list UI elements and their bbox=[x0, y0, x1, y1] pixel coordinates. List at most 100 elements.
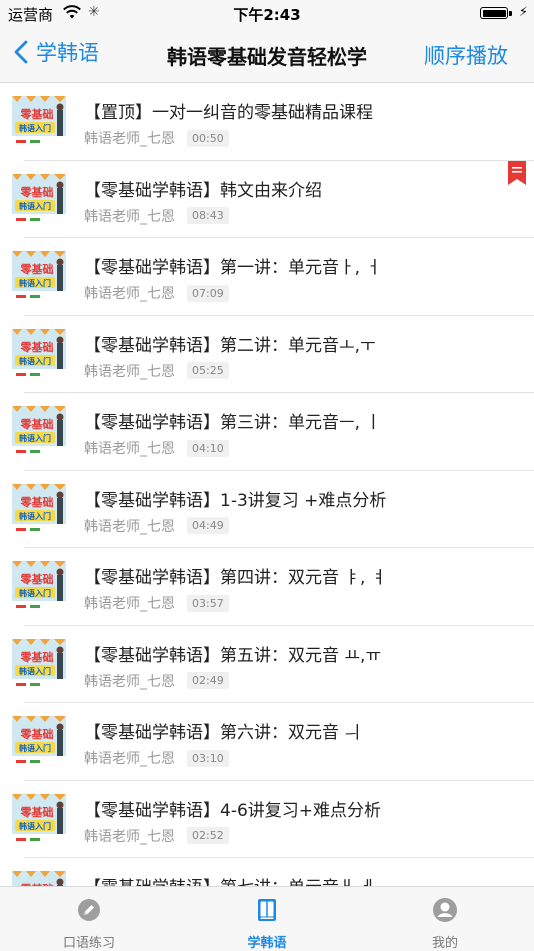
lesson-author: 韩语老师_七恩 bbox=[84, 596, 175, 612]
lesson-meta: 韩语老师_七恩 07:09 bbox=[84, 283, 229, 303]
chevron-left-icon bbox=[14, 40, 28, 64]
lesson-duration: 05:25 bbox=[187, 362, 229, 379]
thumbnail-line2: 韩语入门 bbox=[19, 356, 51, 366]
lesson-row[interactable]: 零基础 韩语入门 【零基础学韩语】第六讲：双元音 ㅢ韩语老师_七恩 03:10 bbox=[0, 703, 534, 781]
lesson-thumbnail: 零基础韩语入门 bbox=[12, 96, 66, 148]
tab-learn-korean[interactable]: 学韩语 bbox=[178, 887, 356, 951]
lesson-row[interactable]: 零基础 韩语入门 【零基础学韩语】第四讲：双元音 ㅑ, ㅕ韩语老师_七恩 03:57 bbox=[0, 548, 534, 626]
thumbnail-line2: 韩语入门 bbox=[19, 278, 51, 288]
thumbnail-line1: 零基础 bbox=[20, 495, 54, 509]
lesson-duration: 04:49 bbox=[187, 517, 229, 534]
lesson-title: 【零基础学韩语】第三讲：单元音ㅡ, ㅣ bbox=[84, 413, 382, 433]
lesson-meta: 韩语老师_七恩 08:43 bbox=[84, 206, 229, 226]
lesson-title: 【零基础学韩语】1-3讲复习 +难点分析 bbox=[84, 490, 387, 511]
lesson-thumbnail: 零基础韩语入门 bbox=[12, 561, 66, 613]
lesson-row[interactable]: 零基础韩语入门 【零基础学韩语】4-6讲复习+难点分析韩语老师_七恩 02:52 bbox=[0, 781, 534, 858]
tab-bar: 口语练习 学韩语 我的 bbox=[0, 886, 534, 951]
thumbnail-line1: 零基础 bbox=[20, 650, 54, 664]
bookmark-icon[interactable] bbox=[508, 160, 526, 185]
lesson-author: 韩语老师_七恩 bbox=[84, 131, 175, 147]
lesson-thumbnail: 零基础韩语入门 bbox=[12, 483, 66, 536]
battery-icon bbox=[480, 7, 508, 19]
lesson-row[interactable]: 零基础 韩语入门 【零基础学韩语】第五讲：双元音 ㅛ,ㅠ 韩语老师_七恩 02:49 bbox=[0, 626, 534, 703]
thumbnail-line1: 零基础 bbox=[20, 107, 54, 121]
lesson-row[interactable]: 零基础 韩语入门 【零基础学韩语】1-3讲复习 +难点分析韩语老师_七恩 04:49 bbox=[0, 471, 534, 548]
lesson-duration: 08:43 bbox=[187, 207, 229, 224]
lesson-author: 韩语老师_七恩 bbox=[84, 828, 175, 845]
lesson-author: 韩语老师_七恩 bbox=[84, 208, 175, 225]
lesson-row[interactable]: 零基础 韩语入门 【零基础学韩语】第三讲：单元音ㅡ, ㅣ韩语老师_七恩 04:10 bbox=[0, 393, 534, 471]
lesson-meta: 韩语老师_七恩 02:52 bbox=[84, 826, 229, 846]
lesson-author: 韩语老师_七恩 bbox=[84, 286, 175, 302]
lesson-row[interactable]: 零基础韩语入门 【零基础学韩语】第七讲：单元音ㅐ,ㅔ bbox=[0, 858, 534, 886]
thumbnail-line1: 零基础 bbox=[20, 262, 54, 276]
lesson-author: 韩语老师_七恩 bbox=[84, 673, 175, 690]
lesson-duration: 03:57 bbox=[187, 594, 229, 612]
tab-label: 学韩语 bbox=[247, 936, 287, 951]
lesson-duration: 02:49 bbox=[187, 672, 229, 689]
lesson-title: 【零基础学韩语】第一讲：单元音ㅏ, ㅓ bbox=[84, 258, 382, 278]
lesson-row[interactable]: 零基础 韩语入门 【零基础学韩语】韩文由来介绍 韩语老师_七恩 08:43 bbox=[0, 160, 534, 238]
lesson-meta: 韩语老师_七恩 03:10 bbox=[84, 748, 229, 768]
lesson-duration: 04:10 bbox=[187, 439, 229, 457]
thumbnail-line1: 零基础 bbox=[20, 185, 54, 199]
back-label: 学韩语 bbox=[36, 41, 99, 65]
lesson-thumbnail: 零基础韩语入门 bbox=[12, 716, 66, 768]
lesson-thumbnail: 零基础韩语入门 bbox=[12, 173, 66, 226]
thumbnail-line1: 零基础 bbox=[20, 805, 54, 819]
lesson-meta: 韩语老师_七恩 00:50 bbox=[84, 128, 229, 148]
lesson-list[interactable]: 零基础 韩语入门 【置顶】一对一纠音的零基础精品课程 韩语老师_七恩 00:50 零基础韩… bbox=[0, 83, 534, 886]
lesson-title: 【零基础学韩语】韩文由来介绍 bbox=[84, 180, 322, 201]
user-icon bbox=[433, 898, 457, 922]
lesson-thumbnail: 零基础韩语入门 bbox=[12, 406, 66, 458]
lesson-meta: 韩语老师_七恩 02:49 bbox=[84, 671, 229, 691]
lesson-title: 【零基础学韩语】第二讲：单元音ㅗ,ㅜ bbox=[84, 335, 376, 356]
tab-label: 口语练习 bbox=[62, 936, 115, 951]
lesson-row[interactable]: 零基础 韩语入门 【零基础学韩语】第一讲：单元音ㅏ, ㅓ韩语老师_七恩 07:09 bbox=[0, 238, 534, 316]
thumbnail-line2: 韩语入门 bbox=[19, 588, 51, 598]
status-bar: 运营商 ✳ 下午2:43 ⚡ bbox=[0, 0, 534, 28]
lesson-meta: 韩语老师_七恩 04:10 bbox=[84, 438, 229, 458]
lesson-author: 韩语老师_七恩 bbox=[84, 518, 175, 535]
lesson-row[interactable]: 零基础 韩语入门 【零基础学韩语】第二讲：单元音ㅗ,ㅜ 韩语老师_七恩 05:25 bbox=[0, 316, 534, 393]
tab-speaking-practice[interactable]: 口语练习 bbox=[0, 887, 178, 951]
tab-profile[interactable]: 我的 bbox=[356, 887, 534, 951]
lesson-thumbnail: 零基础韩语入门 bbox=[12, 251, 66, 303]
back-button[interactable]: 学韩语 bbox=[14, 37, 99, 67]
lesson-thumbnail: 零基础韩语入门 bbox=[12, 871, 66, 886]
thumbnail-line2: 韩语入门 bbox=[19, 743, 51, 753]
thumbnail-line2: 韩语入门 bbox=[19, 123, 51, 133]
lesson-duration: 03:10 bbox=[187, 749, 229, 767]
lesson-meta: 韩语老师_七恩 03:57 bbox=[84, 593, 229, 613]
lesson-title: 【零基础学韩语】4-6讲复习+难点分析 bbox=[84, 800, 382, 821]
lesson-thumbnail: 零基础韩语入门 bbox=[12, 328, 66, 381]
lesson-title: 【零基础学韩语】第四讲：双元音 ㅑ, ㅕ bbox=[84, 568, 387, 588]
clock: 下午2:43 bbox=[233, 6, 301, 24]
book-icon bbox=[258, 899, 276, 921]
lesson-author: 韩语老师_七恩 bbox=[84, 751, 175, 767]
lesson-author: 韩语老师_七恩 bbox=[84, 441, 175, 457]
thumbnail-line2: 韩语入门 bbox=[19, 433, 51, 443]
lesson-author: 韩语老师_七恩 bbox=[84, 363, 175, 380]
lesson-duration: 00:50 bbox=[187, 129, 229, 147]
thumbnail-line2: 韩语入门 bbox=[19, 821, 51, 831]
navigation-bar: 学韩语 韩语零基础发音轻松学 顺序播放 bbox=[0, 28, 534, 83]
lesson-title: 【置顶】一对一纠音的零基础精品课程 bbox=[84, 103, 373, 123]
tab-label: 我的 bbox=[431, 936, 458, 951]
sequential-play-button[interactable]: 顺序播放 bbox=[424, 40, 508, 70]
thumbnail-line1: 零基础 bbox=[20, 572, 54, 586]
lesson-thumbnail: 零基础韩语入门 bbox=[12, 638, 66, 691]
thumbnail-line2: 韩语入门 bbox=[19, 201, 51, 211]
lesson-title: 【零基础学韩语】第六讲：双元音 ㅢ bbox=[84, 723, 361, 743]
lesson-meta: 韩语老师_七恩 05:25 bbox=[84, 361, 229, 381]
charging-icon: ⚡ bbox=[518, 5, 528, 20]
thumbnail-line2: 韩语入门 bbox=[19, 666, 51, 676]
lesson-title: 【零基础学韩语】第七讲：单元音ㅐ,ㅔ bbox=[84, 873, 376, 886]
lesson-title: 【零基础学韩语】第五讲：双元音 ㅛ,ㅠ bbox=[84, 645, 382, 666]
lesson-duration: 02:52 bbox=[187, 827, 229, 844]
thumbnail-line1: 零基础 bbox=[20, 340, 54, 354]
thumbnail-line1: 零基础 bbox=[20, 727, 54, 741]
lesson-duration: 07:09 bbox=[187, 284, 229, 302]
pencil-icon bbox=[78, 899, 100, 921]
lesson-row[interactable]: 零基础 韩语入门 【置顶】一对一纠音的零基础精品课程 韩语老师_七恩 00:50 bbox=[0, 83, 534, 161]
